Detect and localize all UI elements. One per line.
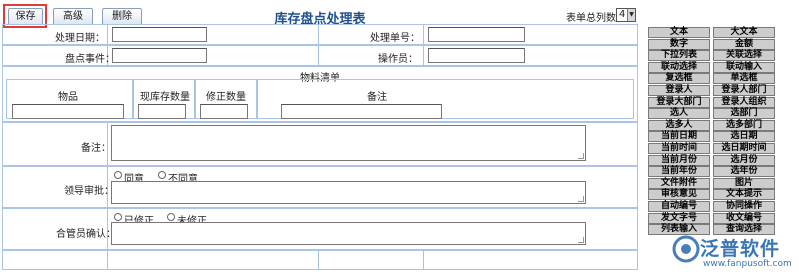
palette-button[interactable]: 复选框 [648, 73, 710, 84]
column-count-value: 4 [619, 9, 626, 20]
approve-radio[interactable] [114, 171, 122, 179]
palette-button[interactable]: 发文字号 [648, 213, 710, 224]
palette-button[interactable]: 文件附件 [648, 178, 710, 189]
operator-label: 操作员： [378, 54, 418, 65]
leader-approval-label: 领导审批： [64, 186, 114, 197]
process-date-input[interactable] [112, 27, 207, 42]
leader-approval-textarea[interactable] [111, 181, 586, 204]
palette-button[interactable]: 登录大部门 [648, 97, 710, 108]
palette-button[interactable]: 当前日期 [648, 131, 710, 142]
palette-button[interactable]: 选人 [648, 108, 710, 119]
palette-button[interactable]: 选多人 [648, 120, 710, 131]
palette-button[interactable]: 选多部门 [713, 120, 775, 131]
palette-button[interactable]: 选日期时间 [713, 143, 775, 154]
palette-button[interactable]: 登录人组织 [713, 97, 775, 108]
palette-button[interactable]: 登录人部门 [713, 85, 775, 96]
not-corrected-radio[interactable] [167, 213, 175, 221]
palette-button[interactable]: 下拉列表 [648, 50, 710, 61]
save-button[interactable]: 保存 [8, 8, 43, 25]
disapprove-radio[interactable] [158, 171, 166, 179]
operator-input[interactable] [428, 48, 525, 63]
palette-button[interactable]: 自动编号 [648, 201, 710, 212]
palette-button[interactable]: 当前时间 [648, 143, 710, 154]
palette-button[interactable]: 当前年份 [648, 166, 710, 177]
palette-button[interactable]: 文本 [648, 27, 710, 38]
material-remark-input[interactable] [281, 104, 442, 119]
palette-button[interactable]: 数字 [648, 39, 710, 50]
palette-button[interactable]: 文本提示 [713, 189, 775, 200]
process-number-input[interactable] [428, 27, 525, 42]
palette-button[interactable]: 图片 [713, 178, 775, 189]
palette-button[interactable]: 审核意见 [648, 189, 710, 200]
chevron-down-icon[interactable]: ▼ [627, 9, 635, 21]
palette-button[interactable]: 单选框 [713, 73, 775, 84]
process-date-label: 处理日期： [55, 33, 105, 44]
bottom-cell-1 [2, 250, 108, 270]
palette-button[interactable]: 协同操作 [713, 201, 775, 212]
delete-button[interactable]: 删除 [102, 8, 142, 25]
material-header-stock: 现库存数量 [140, 92, 190, 103]
material-correction-input[interactable] [200, 104, 248, 119]
palette-button[interactable]: 大文本 [713, 27, 775, 38]
material-stock-input[interactable] [138, 104, 186, 119]
palette-button[interactable]: 金额 [713, 39, 775, 50]
palette-button[interactable]: 联动选择 [648, 62, 710, 73]
palette-button[interactable]: 当前月份 [648, 155, 710, 166]
palette-button[interactable]: 收文编号 [713, 213, 775, 224]
palette-button[interactable]: 选月份 [713, 155, 775, 166]
remarks-label: 备注： [81, 143, 111, 154]
palette-button[interactable]: 选年份 [713, 166, 775, 177]
palette-button[interactable]: 联动输入 [713, 62, 775, 73]
material-item-input[interactable] [12, 104, 124, 119]
logo-url: www.fanpusoft.com [703, 259, 792, 269]
palette-button[interactable]: 选部门 [713, 108, 775, 119]
column-count-select[interactable]: 4 ▼ [616, 8, 636, 22]
corrected-radio[interactable] [114, 213, 122, 221]
material-header-correction: 修正数量 [206, 92, 246, 103]
process-number-label: 处理单号： [370, 33, 420, 44]
inventory-event-input[interactable] [112, 48, 207, 63]
material-header-item: 物品 [58, 92, 78, 103]
form-body: 处理日期： 处理单号： 盘点事件： 操作员： 物料清单 物品 现库存数量 修正数… [0, 24, 638, 279]
remarks-textarea[interactable] [111, 125, 586, 161]
warehouse-confirm-label: 合管员确认： [56, 229, 116, 240]
material-header-remark: 备注 [367, 92, 387, 103]
warehouse-confirm-textarea[interactable] [111, 222, 586, 245]
inventory-event-label: 盘点事件： [65, 54, 115, 65]
logo-text: 泛普软件 [700, 238, 781, 260]
palette-button[interactable]: 关联选择 [713, 50, 775, 61]
advanced-button[interactable]: 高级 [53, 8, 93, 25]
palette-button[interactable]: 选日期 [713, 131, 775, 142]
bottom-cell-3 [318, 250, 424, 270]
palette-button[interactable]: 登录人 [648, 85, 710, 96]
